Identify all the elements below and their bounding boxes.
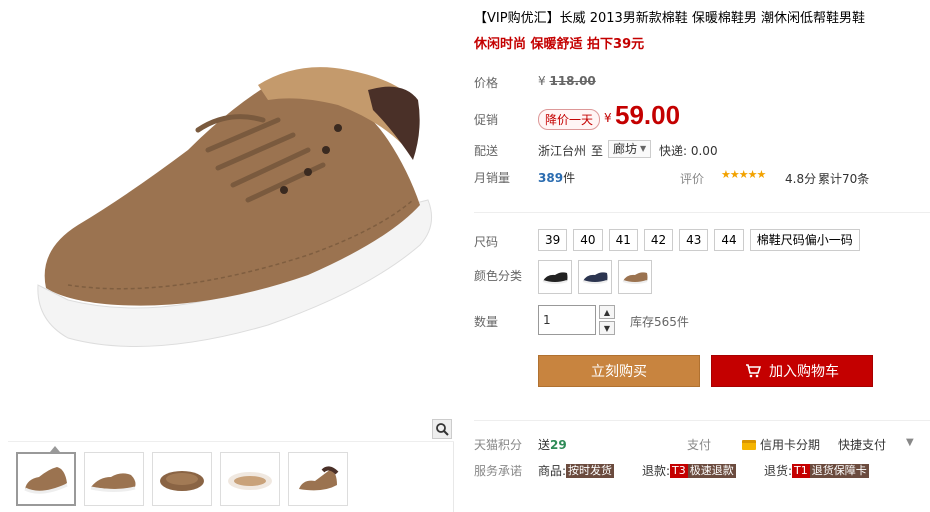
currency-symbol: ¥ bbox=[538, 74, 546, 88]
ship-from: 浙江台州 bbox=[538, 144, 587, 158]
service-tag[interactable]: 退货保障卡 bbox=[809, 463, 869, 478]
size-options: 39 40 41 42 43 44 棉鞋尺码偏小一码 bbox=[538, 229, 860, 251]
promo-label: 促销 bbox=[474, 113, 499, 127]
thumbnail-3[interactable] bbox=[152, 452, 212, 506]
promo-price: 59.00 bbox=[615, 100, 681, 130]
color-swatch-navy[interactable] bbox=[578, 260, 612, 294]
navy-shoe-icon bbox=[582, 272, 608, 284]
service-refund: 退款: T3 极速退款 bbox=[642, 462, 736, 479]
divider bbox=[474, 420, 930, 421]
points-number: 29 bbox=[550, 438, 567, 452]
monthly-sales-label: 月销量 bbox=[474, 171, 511, 185]
original-price: ¥ 118.00 bbox=[538, 74, 596, 88]
shipping-label: 配送 bbox=[474, 144, 499, 158]
chevron-down-icon[interactable]: ▼ bbox=[906, 437, 914, 448]
thumbnail-1[interactable] bbox=[16, 452, 76, 506]
size-label: 尺码 bbox=[474, 235, 499, 249]
quick-pay[interactable]: 快捷支付 bbox=[838, 436, 886, 453]
size-option-43[interactable]: 43 bbox=[679, 229, 709, 251]
magnifier-icon bbox=[436, 423, 449, 436]
quantity-label: 数量 bbox=[474, 315, 499, 329]
thumbnail-strip bbox=[16, 452, 348, 506]
thumbnail-2[interactable] bbox=[84, 452, 144, 506]
service-prefix: 商品: bbox=[538, 464, 567, 478]
service-tier-badge: T3 bbox=[670, 463, 688, 478]
service-prefix: 退货: bbox=[764, 464, 793, 478]
quantity-increase-button[interactable]: ▲ bbox=[599, 305, 615, 319]
product-gallery bbox=[8, 0, 454, 512]
destination-select[interactable]: 廊坊 ▼ bbox=[608, 140, 652, 158]
brown-shoe-icon bbox=[622, 272, 648, 284]
color-swatch-black[interactable] bbox=[538, 260, 572, 294]
color-swatch-brown[interactable] bbox=[618, 260, 652, 294]
size-option-41[interactable]: 41 bbox=[608, 229, 638, 251]
chevron-down-icon: ▼ bbox=[603, 323, 611, 333]
chevron-down-icon: ▼ bbox=[640, 144, 647, 153]
service-tag[interactable]: 按时发货 bbox=[566, 463, 615, 478]
thumbnail-4[interactable] bbox=[220, 452, 280, 506]
size-option-42[interactable]: 42 bbox=[643, 229, 674, 251]
chevron-up-icon: ▲ bbox=[603, 307, 611, 317]
rating-label: 评价 bbox=[680, 172, 705, 186]
service-label: 服务承诺 bbox=[474, 464, 523, 478]
buy-now-button[interactable]: 立刻购买 bbox=[538, 355, 700, 387]
credit-installment-label: 信用卡分期 bbox=[760, 438, 821, 452]
service-tier-badge: T1 bbox=[792, 463, 810, 478]
service-prefix: 退款: bbox=[642, 464, 671, 478]
points-value: 送29 bbox=[538, 436, 567, 453]
shipping-fee: 快递: 0.00 bbox=[659, 144, 718, 158]
color-label: 颜色分类 bbox=[474, 269, 523, 283]
rating-score: 4.8分 bbox=[785, 172, 817, 186]
size-option-44[interactable]: 44 bbox=[714, 229, 744, 251]
add-to-cart-label: 加入购物车 bbox=[769, 364, 839, 380]
ship-to-prefix: 至 bbox=[591, 144, 604, 158]
quantity-decrease-button[interactable]: ▼ bbox=[599, 321, 615, 335]
stock-count: 库存565件 bbox=[630, 315, 689, 329]
product-subtitle: 休闲时尚 保暖舒适 拍下39元 bbox=[474, 37, 645, 52]
black-shoe-icon bbox=[542, 272, 568, 284]
add-to-cart-button[interactable]: 加入购物车 bbox=[711, 355, 873, 387]
review-count-link[interactable]: 累计70条 bbox=[818, 170, 869, 187]
star-rating-icon: ★★★★★ bbox=[721, 168, 766, 181]
product-title: 【VIP购优汇】长威 2013男新款棉鞋 保暖棉鞋男 潮休闲低帮鞋男鞋 bbox=[474, 11, 866, 26]
credit-installment[interactable]: 信用卡分期 bbox=[742, 436, 820, 453]
credit-card-icon bbox=[742, 439, 756, 450]
original-price-value: 118.00 bbox=[549, 74, 596, 88]
cart-icon bbox=[746, 364, 761, 378]
size-option-39[interactable]: 39 bbox=[538, 229, 568, 251]
price-label: 价格 bbox=[474, 76, 499, 90]
monthly-sales-count: 389 bbox=[538, 171, 564, 185]
color-options bbox=[538, 260, 652, 294]
payment-label: 支付 bbox=[687, 438, 712, 452]
size-option-40[interactable]: 40 bbox=[573, 229, 603, 251]
destination-value: 廊坊 bbox=[613, 142, 638, 156]
service-shipping: 商品: 按时发货 bbox=[538, 462, 615, 479]
zoom-button[interactable] bbox=[432, 419, 452, 439]
points-label: 天猫积分 bbox=[474, 438, 523, 452]
divider bbox=[474, 212, 930, 213]
shoe-illustration bbox=[37, 67, 433, 347]
promo-currency: ¥ bbox=[604, 111, 612, 125]
promo-badge: 降价一天 bbox=[538, 109, 601, 130]
quantity-input[interactable] bbox=[538, 305, 596, 335]
size-note[interactable]: 棉鞋尺码偏小一码 bbox=[749, 229, 860, 251]
main-product-image[interactable] bbox=[8, 0, 454, 442]
monthly-sales: 389件 bbox=[538, 169, 575, 186]
service-return: 退货: T1 退货保障卡 bbox=[764, 462, 869, 479]
points-prefix: 送 bbox=[538, 438, 551, 452]
service-tag[interactable]: 极速退款 bbox=[687, 463, 736, 478]
monthly-sales-unit: 件 bbox=[563, 171, 576, 185]
thumbnail-5[interactable] bbox=[288, 452, 348, 506]
